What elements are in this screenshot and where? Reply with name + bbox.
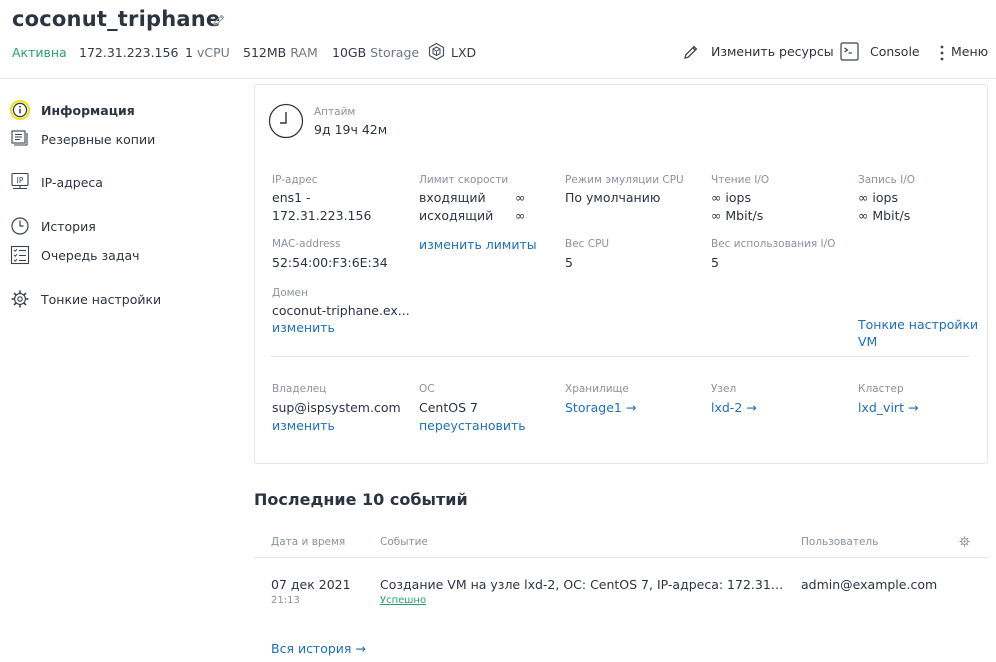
uptime-label: Аптайм bbox=[314, 106, 356, 118]
event-date: 07 дек 2021 bbox=[271, 577, 351, 592]
domain-value: coconut-triphane.ex... bbox=[272, 303, 410, 318]
owner-value: sup@ispsystem.com bbox=[272, 400, 401, 415]
sidebar-item-info[interactable]: Информация bbox=[10, 100, 235, 124]
edit-name-icon[interactable] bbox=[212, 13, 226, 27]
change-resources-button[interactable]: Изменить ресурсы bbox=[711, 44, 834, 59]
fine-settings-link[interactable]: Тонкие настройки bbox=[858, 317, 978, 332]
speed-in-value: ∞ bbox=[515, 190, 526, 205]
sidebar-item-history[interactable]: История bbox=[10, 216, 235, 240]
speed-out-label: исходящий bbox=[419, 208, 494, 223]
pencil-icon[interactable] bbox=[683, 44, 699, 60]
storage-link[interactable]: Storage1 → bbox=[565, 400, 636, 415]
io-write-mbit: ∞ Mbit/s bbox=[858, 208, 911, 223]
sidebar-item-label: IP-адреса bbox=[41, 175, 103, 190]
table-settings-gear-icon[interactable] bbox=[959, 536, 970, 547]
status-badge: Активна bbox=[12, 45, 67, 60]
event-description: Создание VM на узле lxd-2, ОС: CentOS 7,… bbox=[380, 577, 785, 592]
kebab-menu-icon[interactable] bbox=[940, 45, 944, 61]
speed-in-label: входящий bbox=[419, 190, 486, 205]
cpu-mode-value: По умолчанию bbox=[565, 190, 661, 205]
change-domain-link[interactable]: изменить bbox=[272, 320, 335, 335]
change-owner-link[interactable]: изменить bbox=[272, 418, 335, 433]
menu-button[interactable]: Меню bbox=[951, 44, 988, 59]
event-status-link[interactable]: Успешно bbox=[380, 595, 426, 606]
gear-icon bbox=[11, 290, 29, 308]
mac-value: 52:54:00:F3:6E:34 bbox=[272, 255, 388, 270]
speed-out-value: ∞ bbox=[515, 208, 526, 223]
change-limits-link[interactable]: изменить лимиты bbox=[419, 237, 537, 252]
console-icon[interactable] bbox=[840, 42, 859, 61]
storage-label: Хранилище bbox=[565, 383, 629, 395]
sidebar-item-label: Резервные копии bbox=[41, 132, 156, 147]
uptime-value: 9д 19ч 42м bbox=[314, 122, 388, 137]
sidebar-item-task-queue[interactable]: Очередь задач bbox=[10, 245, 235, 269]
backup-icon bbox=[11, 130, 28, 146]
cpu-weight-value: 5 bbox=[565, 255, 573, 270]
ip-label: IP-адрес bbox=[272, 174, 318, 186]
io-write-iops: ∞ iops bbox=[858, 190, 898, 205]
owner-label: Владелец bbox=[272, 383, 327, 395]
event-user: admin@example.com bbox=[801, 577, 938, 592]
page-header: coconut_triphane Активна 172.31.223.156 … bbox=[0, 0, 996, 79]
node-link[interactable]: lxd-2 → bbox=[711, 400, 757, 415]
mac-label: MAC-address bbox=[272, 238, 341, 250]
column-header-date[interactable]: Дата и время bbox=[271, 536, 345, 548]
event-time: 21:13 bbox=[271, 595, 300, 606]
svg-text:IP: IP bbox=[17, 176, 24, 185]
events-title: Последние 10 событий bbox=[254, 490, 468, 509]
cluster-link[interactable]: lxd_virt → bbox=[858, 400, 918, 415]
uptime-clock-icon bbox=[268, 103, 304, 139]
header-storage: 10GB Storage bbox=[332, 45, 420, 60]
ip-icon: IP bbox=[11, 172, 29, 190]
sidebar-item-backups[interactable]: Резервные копии bbox=[10, 129, 235, 153]
fine-settings-link-vm[interactable]: VM bbox=[858, 334, 877, 349]
io-weight-label: Вес использования I/O bbox=[711, 238, 836, 250]
reinstall-os-link[interactable]: переустановить bbox=[419, 418, 526, 433]
sidebar-item-fine-settings[interactable]: Тонкие настройки bbox=[10, 289, 235, 313]
cluster-label: Кластер bbox=[858, 383, 904, 395]
header-virt: LXD bbox=[451, 45, 477, 60]
node-label: Узел bbox=[711, 383, 737, 395]
ip-iface: ens1 - bbox=[272, 190, 311, 205]
header-ram: 512MB RAM bbox=[243, 45, 318, 60]
vm-info-card: Аптайм 9д 19ч 42м IP-адрес ens1 - 172.31… bbox=[254, 84, 988, 464]
io-read-iops: ∞ iops bbox=[711, 190, 751, 205]
sidebar-item-label: История bbox=[41, 219, 96, 234]
all-history-link[interactable]: Вся история → bbox=[271, 641, 366, 656]
cpu-weight-label: Вес CPU bbox=[565, 238, 610, 250]
os-value: CentOS 7 bbox=[419, 400, 478, 415]
header-cpu: 1 vCPU bbox=[185, 45, 230, 60]
console-button[interactable]: Console bbox=[870, 44, 920, 59]
history-icon bbox=[11, 217, 29, 235]
table-header-divider bbox=[254, 557, 988, 558]
page-title: coconut_triphane bbox=[12, 7, 221, 31]
io-weight-value: 5 bbox=[711, 255, 719, 270]
column-header-user[interactable]: Пользователь bbox=[801, 536, 878, 548]
divider bbox=[271, 356, 969, 357]
os-label: ОС bbox=[419, 383, 435, 395]
info-icon bbox=[10, 100, 30, 120]
ip-value: 172.31.223.156 bbox=[272, 208, 372, 223]
sidebar-item-ip-addresses[interactable]: IP IP-адреса bbox=[10, 172, 235, 196]
task-queue-icon bbox=[10, 245, 30, 265]
io-read-mbit: ∞ Mbit/s bbox=[711, 208, 764, 223]
io-write-label: Запись I/O bbox=[858, 174, 916, 186]
speed-limit-label: Лимит скорости bbox=[419, 174, 509, 186]
io-read-label: Чтение I/O bbox=[711, 174, 770, 186]
cpu-mode-label: Режим эмуляции CPU bbox=[565, 174, 684, 186]
lxd-icon bbox=[428, 42, 445, 61]
column-header-event[interactable]: Событие bbox=[380, 536, 428, 548]
sidebar-item-label: Информация bbox=[41, 103, 135, 118]
sidebar-item-label: Тонкие настройки bbox=[41, 292, 162, 307]
domain-label: Домен bbox=[272, 287, 308, 299]
sidebar-item-label: Очередь задач bbox=[41, 248, 140, 263]
header-ip: 172.31.223.156 bbox=[79, 45, 179, 60]
